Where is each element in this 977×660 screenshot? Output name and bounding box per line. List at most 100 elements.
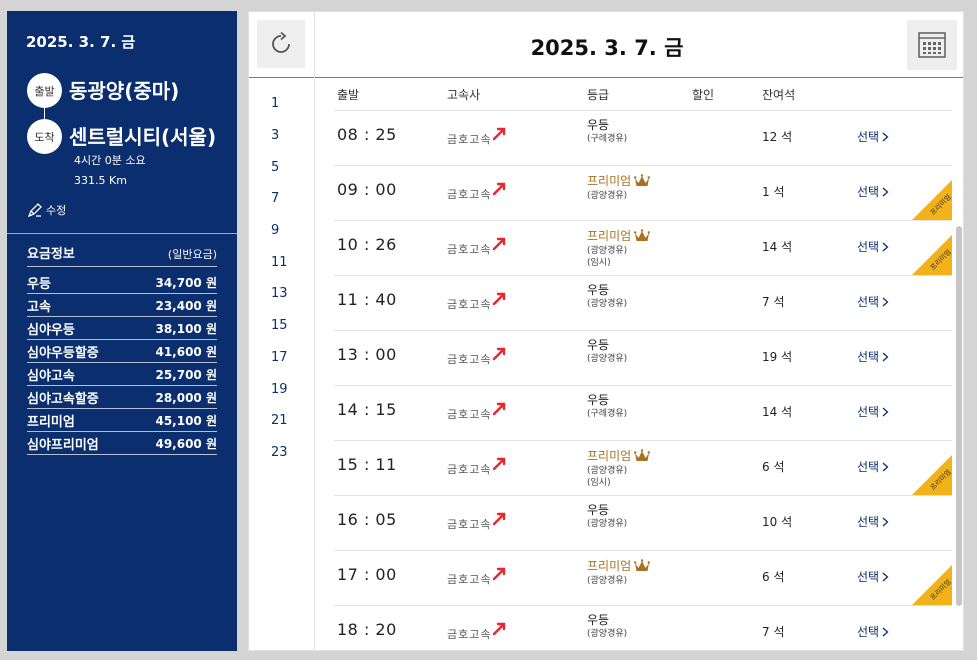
- select-button[interactable]: 선택: [857, 183, 889, 200]
- remaining-seats: 10 석: [762, 515, 793, 529]
- departure-time: 16 : 05: [337, 510, 397, 529]
- calendar-button[interactable]: [907, 20, 957, 70]
- schedule-row: 08 : 25 금호고속 우등 (구례경유) 12 석 선택: [334, 111, 952, 166]
- hour-link[interactable]: 17: [271, 342, 311, 374]
- fare-name: 심야프리미엄: [27, 437, 99, 453]
- select-label: 선택: [857, 515, 880, 529]
- grade-cell: 우등 (광양경유): [587, 284, 627, 309]
- arrival-badge: 도착: [27, 119, 62, 154]
- company-name: 금호고속: [447, 408, 492, 421]
- grade-label-wrap: 프리미엄: [587, 559, 651, 573]
- select-button[interactable]: 선택: [857, 128, 889, 145]
- schedule-row: 18 : 20 금호고속 우등 (광양경유) 7 석 선택: [334, 606, 952, 650]
- hour-link[interactable]: 5: [271, 151, 311, 183]
- departure-terminal: 동광양(중마): [69, 79, 180, 103]
- fare-name: 우등: [27, 276, 51, 292]
- hour-link[interactable]: 13: [271, 278, 311, 310]
- select-button[interactable]: 선택: [857, 293, 889, 310]
- schedule-list: 08 : 25 금호고속 우등 (구례경유) 12 석 선택 09 : 00 금호고속 프리미엄…: [334, 111, 952, 650]
- kumho-logo-icon: [493, 457, 506, 471]
- fare-price: 49,600 원: [155, 436, 217, 451]
- grade-cell: 우등 (광양경유): [587, 614, 627, 639]
- grade-label-wrap: 우등: [587, 119, 627, 131]
- remaining-seats: 14 석: [762, 405, 793, 419]
- hour-link[interactable]: 7: [271, 183, 311, 215]
- via-route: (광양경유): [587, 466, 628, 476]
- grade-label-wrap: 우등: [587, 504, 627, 516]
- fare-name: 고속: [27, 299, 51, 315]
- chevron-right-icon: [882, 352, 889, 361]
- grade-label: 프리미엄: [587, 449, 632, 463]
- select-button[interactable]: 선택: [857, 403, 889, 420]
- grade-cell: 우등 (광양경유): [587, 504, 627, 529]
- hour-link[interactable]: 1: [271, 88, 311, 120]
- hour-link[interactable]: 11: [271, 246, 311, 278]
- scrollbar[interactable]: [955, 86, 963, 650]
- company-cell: 금호고속: [447, 347, 506, 367]
- grade-label-wrap: 우등: [587, 394, 627, 406]
- fare-price: 34,700 원: [155, 275, 217, 290]
- premium-ribbon: 프리미엄: [912, 180, 952, 220]
- hour-link[interactable]: 9: [271, 215, 311, 247]
- route-summary-panel: 2025. 3. 7. 금 출발 동광양(중마) 도착 센트럴시티(서울) 4시…: [7, 11, 237, 651]
- hour-link[interactable]: 23: [271, 437, 311, 469]
- grade-label-wrap: 우등: [587, 339, 627, 351]
- grade-cell: 프리미엄 (광양경유): [587, 559, 651, 586]
- fare-row: 심야고속 25,700 원: [27, 363, 217, 386]
- hour-column-divider: [314, 12, 315, 650]
- hour-link[interactable]: 15: [271, 310, 311, 342]
- remaining-seats: 1 석: [762, 185, 785, 199]
- fare-list: 우등 34,700 원 고속 23,400 원 심야우등 38,100 원 심야우등할…: [27, 271, 217, 455]
- select-button[interactable]: 선택: [857, 458, 889, 475]
- company-name: 금호고속: [447, 518, 492, 531]
- departure-time: 14 : 15: [337, 400, 397, 419]
- select-label: 선택: [857, 350, 880, 364]
- select-button[interactable]: 선택: [857, 238, 889, 255]
- edit-route-button[interactable]: 수정: [27, 202, 66, 218]
- company-name: 금호고속: [447, 133, 492, 146]
- header-divider: [249, 77, 963, 78]
- company-cell: 금호고속: [447, 622, 506, 642]
- departure-time: 11 : 40: [337, 290, 397, 309]
- calendar-icon: [918, 32, 946, 58]
- grade-cell: 프리미엄 (광양경유) (임시): [587, 449, 651, 488]
- via-route: (광양경유): [587, 246, 628, 256]
- hour-link[interactable]: 3: [271, 120, 311, 152]
- fare-row: 프리미엄 45,100 원: [27, 409, 217, 432]
- fare-header: 요금정보 (일반요금): [27, 243, 217, 267]
- company-cell: 금호고속: [447, 237, 506, 257]
- select-button[interactable]: 선택: [857, 623, 889, 640]
- chevron-right-icon: [882, 187, 889, 196]
- remaining-seats: 7 석: [762, 625, 785, 639]
- fare-price: 38,100 원: [155, 321, 217, 336]
- select-button[interactable]: 선택: [857, 348, 889, 365]
- schedule-panel: 2025. 3. 7. 금 1 3 5 7 9 11 13 15 17 19 2…: [248, 11, 964, 651]
- fare-name: 심야우등할증: [27, 345, 99, 361]
- hour-link[interactable]: 21: [271, 405, 311, 437]
- departure-time: 18 : 20: [337, 620, 397, 639]
- schedule-row: 17 : 00 금호고속 프리미엄 (광양경유) 6 석 선택 프리미엄: [334, 551, 952, 606]
- departure-time: 15 : 11: [337, 455, 397, 474]
- select-button[interactable]: 선택: [857, 513, 889, 530]
- company-cell: 금호고속: [447, 402, 506, 422]
- grade-cell: 우등 (구례경유): [587, 394, 627, 419]
- fare-row: 심야프리미엄 49,600 원: [27, 432, 217, 455]
- grade-label: 우등: [587, 338, 610, 352]
- premium-ribbon: 프리미엄: [912, 455, 952, 495]
- grade-label-wrap: 우등: [587, 614, 627, 626]
- grade-cell: 우등 (광양경유): [587, 339, 627, 364]
- hour-link[interactable]: 19: [271, 373, 311, 405]
- kumho-logo-icon: [493, 567, 506, 581]
- kumho-logo-icon: [493, 182, 506, 196]
- crown-icon: [634, 559, 651, 571]
- fare-price: 28,000 원: [155, 390, 217, 405]
- crown-icon: [634, 174, 651, 186]
- scroll-thumb[interactable]: [956, 226, 962, 606]
- fare-name: 심야고속할증: [27, 391, 99, 407]
- sidebar-divider: [7, 233, 237, 234]
- select-button[interactable]: 선택: [857, 568, 889, 585]
- temporary-tag: (임시): [587, 478, 611, 488]
- grade-label: 우등: [587, 393, 610, 407]
- col-seats: 잔여석: [762, 88, 796, 102]
- departure-time: 13 : 00: [337, 345, 397, 364]
